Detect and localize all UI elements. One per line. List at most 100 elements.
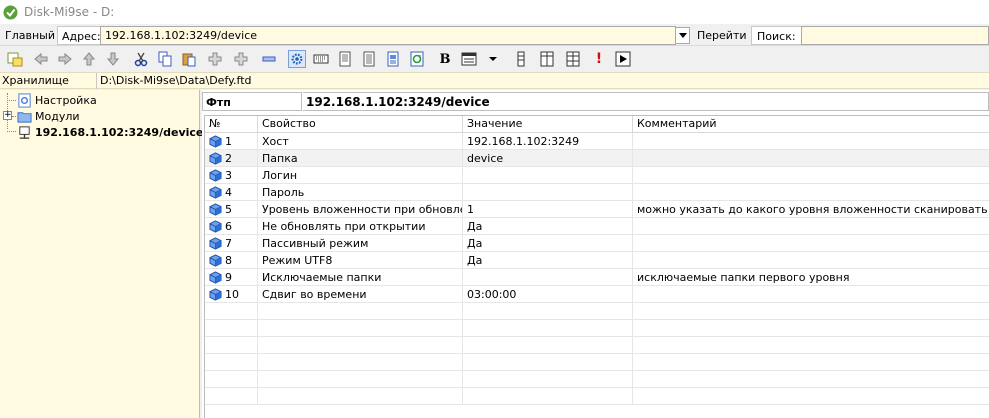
cell-comment[interactable] (633, 133, 989, 150)
cell-comment[interactable] (633, 184, 989, 201)
cell-property[interactable] (258, 388, 463, 405)
cell-comment[interactable] (633, 286, 989, 303)
cell-comment[interactable] (633, 354, 989, 371)
cell-number[interactable]: 5 (205, 201, 258, 218)
cell-comment[interactable] (633, 150, 989, 167)
minus-icon[interactable] (260, 50, 278, 68)
table-row[interactable]: 7 Пассивный режим Да (205, 235, 989, 252)
address-dropdown-button[interactable] (675, 27, 690, 44)
cell-value[interactable] (463, 337, 633, 354)
cell-property[interactable] (258, 354, 463, 371)
back-arrow-icon[interactable] (32, 50, 50, 68)
cell-number[interactable]: 9 (205, 269, 258, 286)
tab-main[interactable]: Главный (1, 26, 59, 45)
cell-value[interactable]: 192.168.1.102:3249 (463, 133, 633, 150)
cell-number[interactable]: 8 (205, 252, 258, 269)
cell-number[interactable] (205, 320, 258, 337)
split-icon[interactable] (538, 50, 556, 68)
document-blue-icon[interactable] (384, 50, 402, 68)
table-row[interactable]: 8 Режим UTF8 Да (205, 252, 989, 269)
table-row[interactable]: 4 Пароль (205, 184, 989, 201)
table-row[interactable] (205, 337, 989, 354)
storage-path[interactable]: D:\Disk-Mi9se\Data\Defy.ftd (96, 73, 989, 89)
cell-value[interactable] (463, 371, 633, 388)
settings-icon[interactable] (288, 50, 306, 68)
table-row[interactable]: 3 Логин (205, 167, 989, 184)
cell-value[interactable]: 03:00:00 (463, 286, 633, 303)
cell-comment[interactable] (633, 303, 989, 320)
cell-value[interactable]: device (463, 150, 633, 167)
dropdown-arrow-icon[interactable] (484, 50, 502, 68)
search-input[interactable] (801, 26, 989, 45)
grid-icon[interactable] (564, 50, 582, 68)
table-row[interactable] (205, 320, 989, 337)
down-arrow-icon[interactable] (104, 50, 122, 68)
cell-property[interactable] (258, 320, 463, 337)
table-row[interactable] (205, 371, 989, 388)
tree-item-ftp-device[interactable]: 192.168.1.102:3249/device (17, 124, 203, 140)
cell-value[interactable]: Да (463, 252, 633, 269)
column-header-value[interactable]: Значение (463, 116, 633, 133)
cell-property[interactable]: Пассивный режим (258, 235, 463, 252)
cell-value[interactable] (463, 303, 633, 320)
cell-number[interactable] (205, 371, 258, 388)
cell-property[interactable]: Пароль (258, 184, 463, 201)
cell-property[interactable]: Сдвиг во времени (258, 286, 463, 303)
cell-value[interactable] (463, 320, 633, 337)
cell-comment[interactable]: можно указать до какого уровня вложеннос… (633, 201, 989, 218)
tree-item-settings[interactable]: Настройка (17, 92, 97, 108)
cell-comment[interactable] (633, 371, 989, 388)
copy-icon[interactable] (156, 50, 174, 68)
table-row[interactable] (205, 354, 989, 371)
cell-number[interactable]: 6 (205, 218, 258, 235)
cell-number[interactable] (205, 354, 258, 371)
document-copy-icon[interactable] (360, 50, 378, 68)
exclamation-icon[interactable]: ! (590, 50, 608, 68)
table-row[interactable] (205, 388, 989, 405)
cell-comment[interactable]: исключаемые папки первого уровня (633, 269, 989, 286)
expand-toggle[interactable]: + (3, 111, 12, 120)
cell-comment[interactable] (633, 320, 989, 337)
column-header-number[interactable]: № (205, 116, 258, 133)
paste-icon[interactable] (180, 50, 198, 68)
refresh-icon[interactable] (408, 50, 426, 68)
add-node-icon[interactable] (206, 50, 224, 68)
cell-number[interactable] (205, 388, 258, 405)
cell-number[interactable]: 3 (205, 167, 258, 184)
column-header-property[interactable]: Свойство (258, 116, 463, 133)
cell-property[interactable]: Папка (258, 150, 463, 167)
cell-comment[interactable] (633, 388, 989, 405)
cell-comment[interactable] (633, 235, 989, 252)
list-view-icon[interactable] (460, 50, 478, 68)
cell-property[interactable] (258, 337, 463, 354)
cell-comment[interactable] (633, 218, 989, 235)
column-icon[interactable] (512, 50, 530, 68)
cut-icon[interactable] (132, 50, 150, 68)
cell-property[interactable] (258, 303, 463, 320)
address-input[interactable]: 192.168.1.102:3249/device (100, 26, 676, 45)
cell-property[interactable]: Режим UTF8 (258, 252, 463, 269)
table-row[interactable]: 5 Уровень вложенности при обновле... 1 можн… (205, 201, 989, 218)
cell-property[interactable] (258, 371, 463, 388)
cell-property[interactable]: Хост (258, 133, 463, 150)
cell-value[interactable]: Да (463, 235, 633, 252)
table-row[interactable]: 6 Не обновлять при открытии Да (205, 218, 989, 235)
cell-number[interactable]: 7 (205, 235, 258, 252)
cell-value[interactable] (463, 388, 633, 405)
forward-arrow-icon[interactable] (56, 50, 74, 68)
cell-value[interactable] (463, 167, 633, 184)
table-row[interactable] (205, 303, 989, 320)
table-row[interactable]: 1 Хост 192.168.1.102:3249 (205, 133, 989, 150)
cell-number[interactable]: 4 (205, 184, 258, 201)
cell-number[interactable] (205, 337, 258, 354)
cell-comment[interactable] (633, 167, 989, 184)
column-header-comment[interactable]: Комментарий (633, 116, 989, 133)
cell-number[interactable]: 10 (205, 286, 258, 303)
cell-number[interactable] (205, 303, 258, 320)
cell-value[interactable]: 1 (463, 201, 633, 218)
document-icon[interactable] (336, 50, 354, 68)
keyboard-icon[interactable] (312, 50, 330, 68)
cell-number[interactable]: 1 (205, 133, 258, 150)
cell-property[interactable]: Логин (258, 167, 463, 184)
cell-property[interactable]: Исключаемые папки (258, 269, 463, 286)
